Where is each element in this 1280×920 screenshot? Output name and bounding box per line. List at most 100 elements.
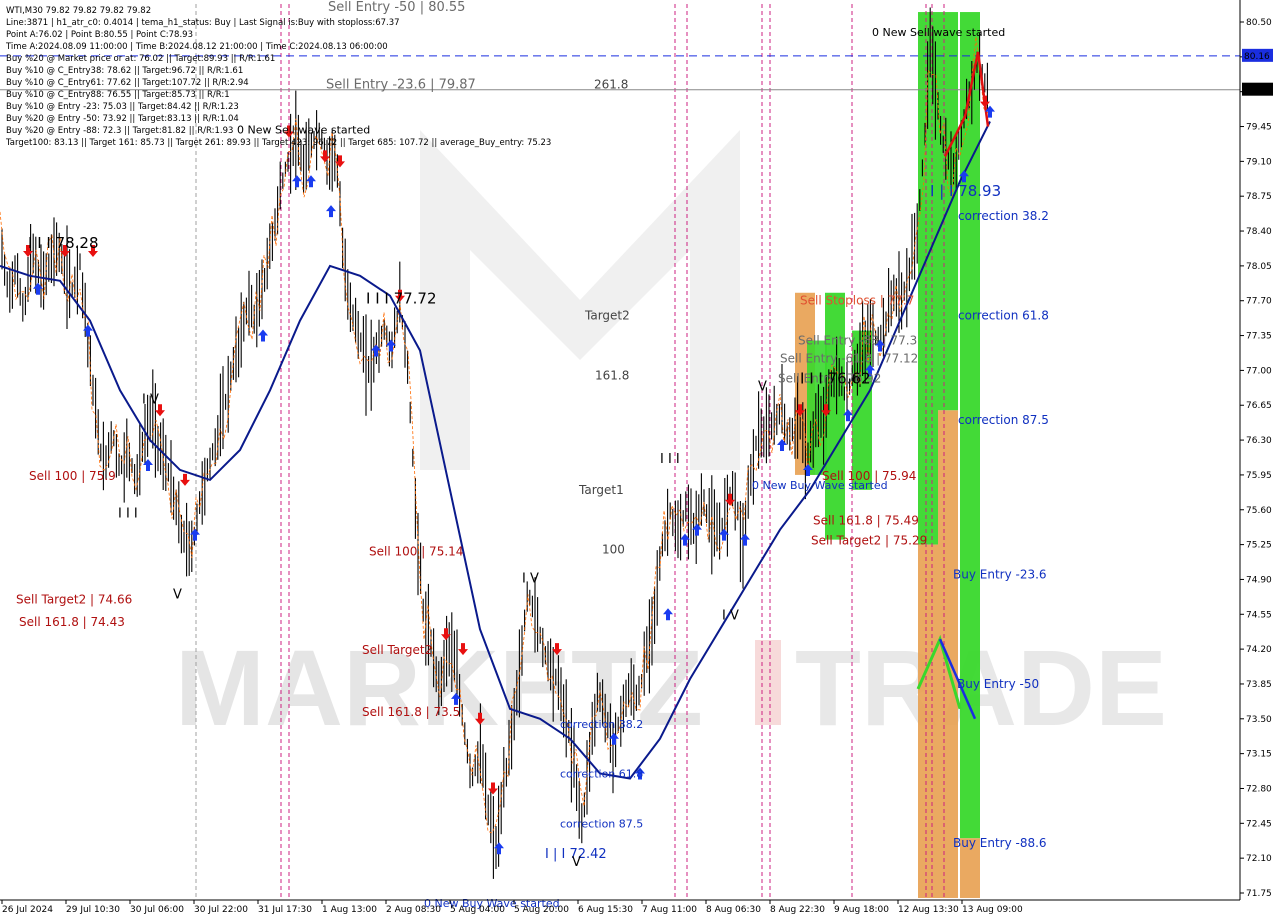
current-price-value: 79.82 — [1244, 86, 1270, 96]
chart-annotation: I V — [522, 571, 539, 586]
y-tick-label: 72.80 — [1246, 784, 1272, 794]
x-tick-label: 29 Jul 10:30 — [66, 905, 120, 915]
chart-annotation: I | I 78.93 — [930, 182, 1001, 200]
chart-annotation: Buy Entry -50 — [957, 677, 1039, 691]
level-price-value: 80.16 — [1244, 52, 1270, 62]
y-tick-label: 79.10 — [1246, 157, 1272, 167]
y-tick-label: 74.20 — [1246, 645, 1272, 655]
chart-annotation: 100 — [602, 543, 625, 557]
chart-annotation: correction 38.2 — [560, 718, 643, 731]
zone-rect — [918, 544, 938, 898]
chart-annotation: I I I 78.28 — [28, 234, 99, 252]
y-tick-label: 76.65 — [1246, 401, 1272, 411]
x-tick-label: 31 Jul 17:30 — [258, 905, 312, 915]
y-tick-label: 77.35 — [1246, 332, 1272, 342]
y-tick-label: 74.55 — [1246, 610, 1272, 620]
chart-annotation: Sell 161.8 | 75.49 — [813, 514, 919, 528]
chart-annotation: correction 87.5 — [958, 413, 1049, 427]
info-line: Time A:2024.08.09 11:00:00 | Time B:2024… — [5, 42, 388, 52]
y-tick-label: 78.05 — [1246, 262, 1272, 272]
chart-annotation: Sell 100 | 75.9 — [29, 469, 116, 483]
chart-annotation: 0 New Sell wave started — [237, 124, 370, 137]
chart-annotation: V — [758, 379, 767, 394]
chart-annotation: I I I — [660, 452, 680, 467]
chart-annotation: Buy Entry -23.6 — [953, 568, 1047, 582]
y-tick-label: 75.95 — [1246, 471, 1272, 481]
x-tick-label: 6 Aug 15:30 — [578, 905, 633, 915]
y-tick-label: 73.15 — [1246, 750, 1272, 760]
chart-annotation: Sell Target2 | 75.29 — [811, 534, 927, 548]
x-tick-label: 9 Aug 18:00 — [834, 905, 889, 915]
current-price-marker: 79.82 — [1242, 82, 1273, 96]
y-tick-label: 76.30 — [1246, 436, 1272, 446]
chart-annotation: V — [173, 587, 182, 602]
chart-annotation: Sell Entry -50 | 80.55 — [328, 0, 465, 15]
chart-annotation: Sell 100 | 75.14 — [369, 545, 463, 559]
x-tick-label: 8 Aug 22:30 — [770, 905, 825, 915]
chart-annotation: Target1 — [578, 483, 624, 497]
chart-title: WTI,M30 79.82 79.82 79.82 79.82 — [6, 6, 151, 16]
info-line: Buy %20 @ Entry -50: 73.92 || Target:83.… — [6, 114, 239, 124]
x-tick-label: 8 Aug 06:30 — [706, 905, 761, 915]
x-tick-label: 5 Aug 20:00 — [514, 905, 569, 915]
chart-annotation: I I I 76.62 — [800, 369, 871, 387]
chart-annotation: I V — [722, 608, 739, 623]
x-tick-label: 2 Aug 08:30 — [386, 905, 441, 915]
chart-annotation: correction 61.8 — [958, 309, 1049, 323]
info-line: Line:3871 | h1_atr_c0: 0.4014 | tema_h1_… — [6, 18, 400, 28]
chart-annotation: 261.8 — [594, 78, 628, 92]
watermark-bar — [755, 640, 781, 725]
x-tick-label: 7 Aug 11:00 — [642, 905, 697, 915]
info-line: Buy %10 @ C_Entry38: 78.62 || Target:96.… — [6, 66, 243, 76]
zone-rect — [938, 410, 958, 898]
x-tick-label: 12 Aug 13:30 — [898, 905, 959, 915]
y-tick-label: 77.70 — [1246, 297, 1272, 307]
info-line: Buy %10 @ Entry -23: 75.03 || Target:84.… — [6, 102, 239, 112]
info-line: Buy %20 @ Market price or at: 76.02 || T… — [6, 54, 275, 64]
x-tick-label: 13 Aug 09:00 — [962, 905, 1023, 915]
chart-annotation: V — [572, 855, 581, 870]
chart-annotation: Target2 — [584, 309, 630, 323]
y-tick-label: 72.45 — [1246, 819, 1272, 829]
chart-annotation: I I I 77.72 — [366, 290, 437, 308]
y-tick-label: 77.00 — [1246, 366, 1272, 376]
price-chart[interactable]: MARKETZ TRADE Sell Entry -50 | 80.55Sell… — [0, 0, 1280, 920]
chart-annotation: Buy Entry -88.6 — [953, 836, 1047, 850]
level-price-marker: 80.16 — [1242, 48, 1273, 62]
y-tick-label: 74.90 — [1246, 575, 1272, 585]
y-tick-label: 71.75 — [1246, 889, 1272, 899]
x-tick-label: 5 Aug 04:00 — [450, 905, 505, 915]
chart-annotation: 161.8 — [595, 368, 629, 382]
chart-annotation: 0 New Sell wave started — [872, 26, 1005, 39]
info-line: Buy %20 @ Entry -88: 72.3 || Target:81.8… — [6, 126, 233, 136]
chart-annotation: correction 87.5 — [560, 817, 643, 830]
y-tick-label: 75.60 — [1246, 506, 1272, 516]
x-tick-label: 30 Jul 06:00 — [130, 905, 184, 915]
info-line: Target100: 83.13 || Target 161: 85.73 ||… — [5, 138, 551, 148]
chart-annotation: 0 New Buy Wave started — [752, 479, 888, 492]
y-tick-label: 72.10 — [1246, 854, 1272, 864]
chart-annotation: I V — [142, 392, 159, 407]
y-tick-label: 78.40 — [1246, 227, 1272, 237]
chart-annotation: correction 38.2 — [958, 209, 1049, 223]
chart-annotation: Sell Target2 — [362, 643, 432, 657]
info-line: Buy %10 @ C_Entry61: 77.62 || Target:107… — [6, 78, 249, 88]
chart-annotation: Sell 161.8 | 74.43 — [19, 615, 125, 629]
info-line: Buy %10 @ C_Entry88: 76.55 || Target:85.… — [6, 90, 230, 100]
chart-annotation: correction 61.8 — [560, 768, 643, 781]
y-tick-label: 75.25 — [1246, 541, 1272, 551]
y-tick-label: 80.50 — [1246, 18, 1272, 28]
chart-annotation: Sell Entry -88 | 77.3 — [798, 334, 917, 348]
x-tick-label: 26 Jul 2024 — [2, 905, 53, 915]
y-tick-label: 73.85 — [1246, 680, 1272, 690]
y-tick-label: 73.50 — [1246, 715, 1272, 725]
chart-annotation: Sell Target2 | 74.66 — [16, 592, 132, 606]
x-tick-label: 1 Aug 13:00 — [322, 905, 377, 915]
zone-rect — [825, 292, 845, 540]
chart-annotation: I I I — [118, 507, 138, 522]
y-tick-label: 78.75 — [1246, 192, 1272, 202]
x-tick-label: 30 Jul 22:00 — [194, 905, 248, 915]
chart-annotation: Sell Entry -61.8 | 77.12 — [780, 352, 918, 366]
chart-annotation: Sell Stoploss | 77.7 — [800, 294, 914, 308]
chart-annotation: Sell 161.8 | 73.5 — [362, 705, 460, 719]
